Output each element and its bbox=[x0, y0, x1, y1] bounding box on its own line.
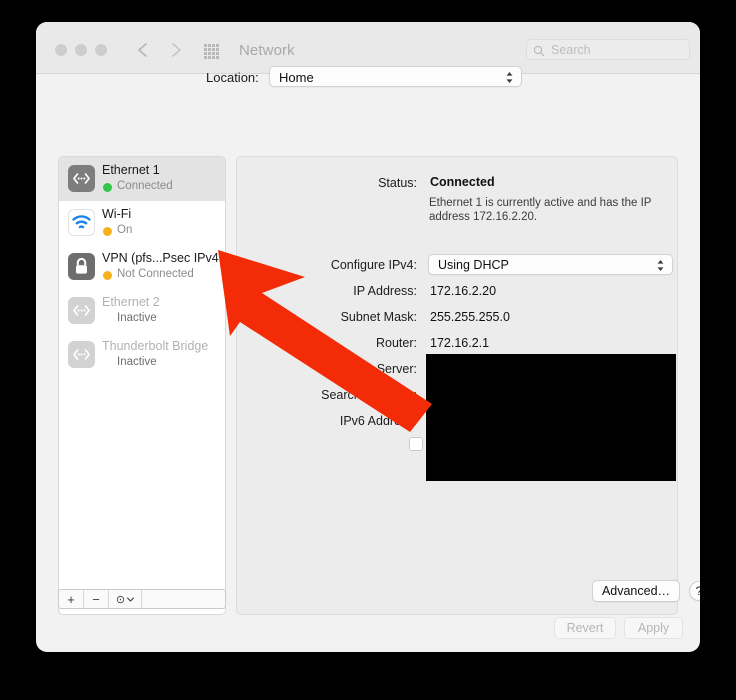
revert-button[interactable]: Revert bbox=[554, 617, 616, 639]
service-detail-pane: Status: Connected Ethernet 1 is currentl… bbox=[236, 156, 700, 615]
add-service-button[interactable]: + bbox=[59, 590, 84, 608]
ip-address-value: 172.16.2.20 bbox=[430, 284, 497, 298]
sidebar-item-label: VPN (pfs...Psec IPv4 bbox=[102, 251, 219, 265]
search-domains-label: Search Domains: bbox=[321, 388, 417, 402]
status-dot bbox=[103, 271, 112, 280]
configure-ipv4-label: Configure IPv4: bbox=[330, 258, 417, 272]
sidebar-item-label: Ethernet 1 bbox=[102, 163, 160, 177]
network-preferences-window: Network Search Location: Home Ethernet 1 bbox=[36, 22, 700, 652]
router-label: Router: bbox=[376, 336, 417, 350]
back-arrow-icon[interactable] bbox=[134, 40, 152, 60]
sidebar-item-status: Connected bbox=[117, 180, 173, 192]
ethernet-icon bbox=[68, 165, 95, 192]
ip-address-label: IP Address: bbox=[353, 284, 417, 298]
ipv6-address-label: IPv6 Address: bbox=[339, 414, 417, 428]
sidebar-item-label: Wi-Fi bbox=[102, 207, 132, 221]
sidebar-item-ethernet-2[interactable]: Ethernet 2 Inactive bbox=[59, 289, 225, 333]
status-dot bbox=[103, 183, 112, 192]
sidebar-item-ethernet-1[interactable]: Ethernet 1 Connected bbox=[59, 157, 225, 201]
sidebar-item-status: Inactive bbox=[117, 312, 157, 324]
services-toolbar: + − ⊙ bbox=[58, 589, 226, 609]
status-label: Status: bbox=[378, 176, 417, 190]
sidebar-item-status: On bbox=[117, 224, 133, 236]
minimize-window-button[interactable] bbox=[75, 44, 87, 56]
status-description: Ethernet 1 is currently active and has t… bbox=[429, 197, 652, 223]
dns-server-label: DNS Server: bbox=[346, 362, 417, 376]
apply-button[interactable]: Apply bbox=[624, 617, 683, 639]
page-title: Network bbox=[239, 42, 295, 59]
subnet-mask-value: 255.255.255.0 bbox=[430, 310, 510, 324]
chevron-down-icon bbox=[127, 595, 135, 604]
sidebar-item-label: Ethernet 2 bbox=[102, 295, 160, 309]
ethernet-icon bbox=[68, 341, 95, 368]
location-value: Home bbox=[279, 70, 314, 85]
search-placeholder: Search bbox=[551, 43, 591, 57]
all-preferences-grid-icon[interactable] bbox=[204, 44, 220, 59]
advanced-button[interactable]: Advanced… bbox=[592, 580, 680, 602]
status-value: Connected bbox=[430, 175, 495, 189]
location-popup-button[interactable]: Home bbox=[269, 66, 522, 87]
gear-icon: ⊙ bbox=[115, 593, 126, 606]
sidebar-item-status: Inactive bbox=[117, 356, 157, 368]
ethernet-icon bbox=[68, 297, 95, 324]
ipv6-checkbox[interactable] bbox=[409, 437, 423, 451]
window-footer: Revert Apply bbox=[36, 608, 700, 652]
wifi-icon bbox=[68, 209, 95, 236]
preferences-body: Ethernet 1 Connected Wi-Fi On VPN (pfs..… bbox=[36, 116, 700, 616]
sidebar-item-status: Not Connected bbox=[117, 268, 194, 280]
toolbar-filler bbox=[142, 590, 225, 608]
configure-ipv4-popup-button[interactable]: Using DHCP bbox=[428, 254, 673, 275]
sidebar-item-thunderbolt-bridge[interactable]: Thunderbolt Bridge Inactive bbox=[59, 333, 225, 377]
remove-service-button[interactable]: − bbox=[84, 590, 109, 608]
router-value: 172.16.2.1 bbox=[430, 336, 490, 350]
sidebar-item-wi-fi[interactable]: Wi-Fi On bbox=[59, 201, 225, 245]
network-services-list[interactable]: Ethernet 1 Connected Wi-Fi On VPN (pfs..… bbox=[58, 156, 226, 615]
search-icon bbox=[533, 44, 545, 57]
chevron-updown-icon bbox=[505, 71, 514, 84]
location-label: Location: bbox=[206, 70, 259, 85]
status-dot bbox=[103, 227, 112, 236]
subnet-mask-label: Subnet Mask: bbox=[340, 310, 417, 324]
close-window-button[interactable] bbox=[55, 44, 67, 56]
configure-ipv4-value: Using DHCP bbox=[438, 258, 509, 272]
redaction-overlay bbox=[426, 354, 676, 481]
chevron-updown-icon bbox=[656, 259, 665, 272]
sidebar-item-label: Thunderbolt Bridge bbox=[102, 339, 209, 353]
search-input[interactable]: Search bbox=[526, 39, 690, 60]
vpn-lock-icon bbox=[68, 253, 95, 280]
forward-arrow-icon[interactable] bbox=[167, 40, 185, 60]
action-menu-button[interactable]: ⊙ bbox=[109, 590, 142, 608]
sidebar-item-vpn[interactable]: VPN (pfs...Psec IPv4 Not Connected bbox=[59, 245, 225, 289]
zoom-window-button[interactable] bbox=[95, 44, 107, 56]
help-button[interactable]: ? bbox=[689, 581, 700, 601]
